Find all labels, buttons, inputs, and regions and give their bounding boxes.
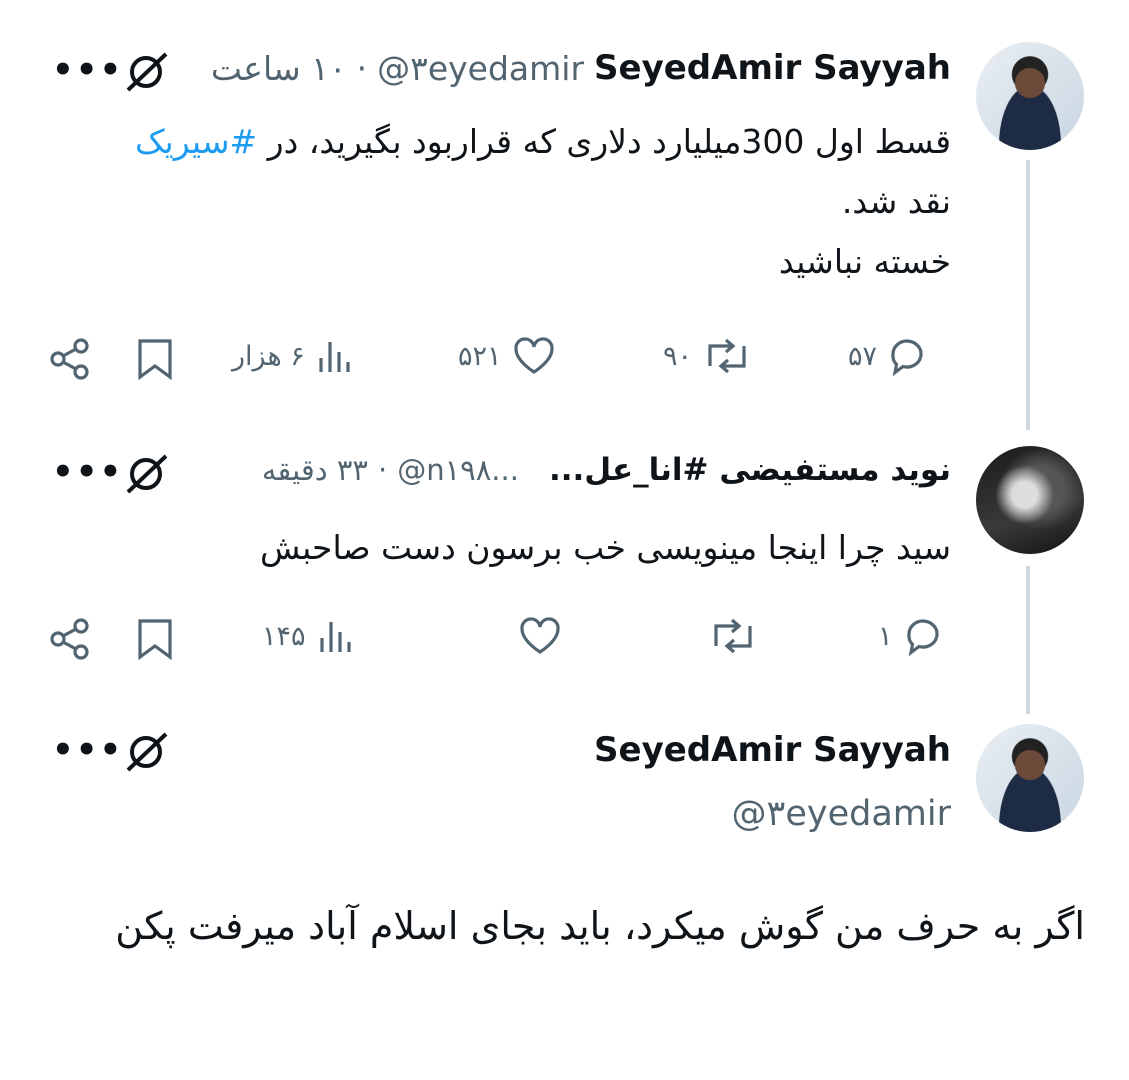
- views-icon: [315, 336, 355, 376]
- views-button[interactable]: ۶ هزار: [232, 336, 355, 376]
- like-count: ۵۲۱: [458, 340, 502, 372]
- reply-button[interactable]: ۵۷: [848, 336, 927, 376]
- views-icon: [316, 616, 356, 656]
- avatar[interactable]: [976, 724, 1084, 832]
- separator: ·: [356, 48, 368, 88]
- bookmark-icon[interactable]: [136, 338, 174, 380]
- display-name[interactable]: SeyedAmir Sayyah: [594, 730, 951, 770]
- tweet-header: ۱۰ ساعت · @۳eyedamir SeyedAmir Sayyah: [211, 48, 951, 88]
- avatar[interactable]: [976, 42, 1084, 150]
- grok-icon[interactable]: [122, 50, 172, 94]
- heart-icon: [518, 616, 562, 656]
- tweet-text: قسط اول 300میلیارد دلاری که قراربود بگیر…: [51, 112, 951, 292]
- tweet-text: اگر به حرف من گوش میکرد، باید بجای اسلام…: [115, 904, 1085, 948]
- retweet-button[interactable]: ۹۰: [663, 336, 752, 376]
- bookmark-icon[interactable]: [136, 618, 174, 660]
- hashtag-link[interactable]: #سیریک: [135, 122, 257, 161]
- handle[interactable]: @۳eyedamir: [377, 49, 584, 88]
- timestamp[interactable]: ۳۳ دقیقه: [262, 453, 368, 487]
- reply-icon: [887, 336, 927, 376]
- timestamp[interactable]: ۱۰ ساعت: [211, 49, 347, 88]
- tweet-text: سید چرا اینجا مینویسی خب برسون دست صاحبش: [260, 528, 951, 567]
- tweet-text-line2: نقد شد.: [841, 182, 951, 221]
- tweet-header: ۳۳ دقیقه · @n۱۹۸... نوید مستفیضی #انا_عل…: [262, 452, 951, 488]
- thread-line: [1026, 160, 1030, 430]
- share-icon[interactable]: [48, 338, 92, 380]
- display-name[interactable]: SeyedAmir Sayyah: [594, 48, 951, 88]
- retweet-icon: [708, 616, 758, 656]
- handle[interactable]: @n۱۹۸...: [397, 453, 519, 487]
- retweet-count: ۹۰: [663, 340, 693, 372]
- views-button[interactable]: ۱۴۵: [262, 616, 356, 656]
- views-count: ۶ هزار: [232, 340, 305, 372]
- like-button[interactable]: [518, 616, 562, 656]
- more-options-icon[interactable]: •••: [52, 50, 123, 90]
- reply-count: ۵۷: [848, 340, 878, 372]
- share-icon[interactable]: [48, 618, 92, 660]
- reply-count: ۱: [878, 620, 893, 652]
- display-name[interactable]: نوید مستفیضی #انا_عل...: [549, 452, 951, 488]
- retweet-button[interactable]: [708, 616, 758, 656]
- more-options-icon[interactable]: •••: [52, 452, 123, 492]
- tweet-text-line1: قسط اول 300میلیارد دلاری که قراربود بگیر…: [257, 122, 951, 161]
- reply-button[interactable]: ۱: [878, 616, 943, 656]
- views-count: ۱۴۵: [262, 620, 306, 652]
- separator: ·: [377, 453, 388, 487]
- retweet-icon: [702, 336, 752, 376]
- tweet-text-line3: خسته نباشید: [778, 242, 951, 281]
- reply-icon: [903, 616, 943, 656]
- grok-icon[interactable]: [122, 730, 172, 774]
- thread-line: [1026, 566, 1030, 714]
- handle[interactable]: @۳eyedamir: [732, 794, 951, 834]
- like-button[interactable]: ۵۲۱: [458, 336, 556, 376]
- heart-icon: [512, 336, 556, 376]
- grok-icon[interactable]: [122, 452, 172, 496]
- more-options-icon[interactable]: •••: [52, 730, 123, 770]
- avatar[interactable]: [976, 446, 1084, 554]
